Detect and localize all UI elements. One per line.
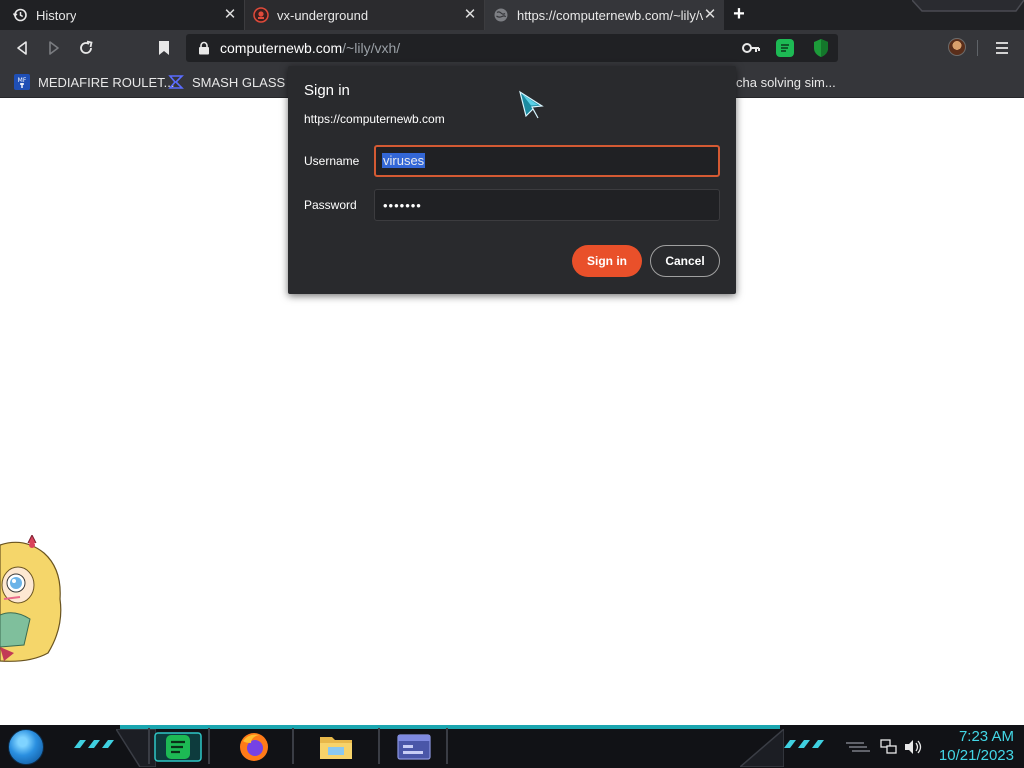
shield-extension-icon[interactable] (812, 38, 830, 58)
tab-title: vx-underground (277, 7, 369, 23)
spotify-icon (781, 44, 789, 52)
decor-frame-right (740, 729, 784, 767)
bookmark-mediafire[interactable]: MF MEDIAFIRE ROULET... (14, 72, 175, 92)
url-text[interactable]: computernewb.com/~lily/vxh/ (220, 40, 400, 56)
password-label: Password (304, 198, 357, 212)
tab-title: https://computernewb.com/~lily/v (517, 7, 703, 23)
tab-title: History (36, 7, 77, 23)
taskbar-file-explorer[interactable] (312, 731, 360, 763)
forward-icon[interactable] (44, 38, 64, 58)
username-value: viruses (382, 153, 426, 168)
menu-icon[interactable] (995, 40, 1009, 56)
svg-text:MF: MF (18, 77, 27, 84)
close-icon[interactable]: ✕ (702, 7, 718, 23)
tab-vx-underground[interactable]: vx-underground ✕ (244, 0, 484, 30)
password-field[interactable]: ••••••• (374, 189, 720, 221)
cancel-button[interactable]: Cancel (650, 245, 720, 277)
window-frame-decoration (912, 0, 1024, 12)
toolbar-divider (977, 40, 978, 56)
taskbar-window[interactable] (390, 731, 438, 763)
taskbar-accent-line (120, 725, 780, 729)
reload-icon[interactable] (76, 38, 96, 58)
url-host: computernewb.com (220, 40, 343, 56)
clock-date[interactable]: 10/21/2023 (930, 747, 1014, 764)
file-explorer-icon (320, 737, 352, 759)
spotify-icon (154, 732, 202, 762)
tab-active[interactable]: https://computernewb.com/~lily/v ✕ (484, 0, 724, 30)
profile-avatar[interactable] (948, 38, 966, 56)
vx-favicon (253, 7, 269, 23)
mediafire-icon: MF (14, 74, 30, 90)
start-button[interactable] (8, 729, 44, 765)
taskbar-firefox[interactable] (230, 731, 278, 763)
username-field[interactable]: viruses (374, 145, 720, 177)
clock-time[interactable]: 7:23 AM (930, 728, 1014, 745)
volume-icon[interactable] (904, 739, 922, 755)
sign-in-button[interactable]: Sign in (572, 245, 642, 277)
tab-strip: History ✕ vx-underground ✕ https://compu… (0, 0, 1024, 30)
cartoon-sticker-image (0, 535, 62, 662)
decor-chevrons-icon (74, 740, 114, 748)
task-divider (446, 728, 448, 764)
new-tab-button[interactable]: + (730, 4, 748, 24)
lock-icon[interactable] (198, 41, 210, 55)
history-icon (12, 8, 27, 22)
taskbar (0, 725, 1024, 768)
globe-icon (494, 8, 508, 22)
window-icon (397, 734, 431, 760)
bookmark-label: cha solving sim... (736, 74, 836, 90)
sign-in-dialog: Sign in https://computernewb.com Usernam… (288, 66, 736, 294)
taskbar-spotify[interactable] (154, 731, 202, 763)
task-divider (148, 728, 150, 764)
username-label: Username (304, 154, 360, 168)
back-icon[interactable] (12, 38, 32, 58)
key-icon[interactable] (742, 42, 760, 54)
network-icon[interactable] (880, 739, 898, 755)
close-icon[interactable]: ✕ (462, 7, 478, 23)
bookmark-label: SMASH GLASS IN (192, 74, 302, 90)
spotify-extension-icon[interactable] (776, 39, 794, 57)
address-bar[interactable]: computernewb.com/~lily/vxh/ (186, 34, 838, 62)
task-divider (208, 728, 210, 764)
task-divider (292, 728, 294, 764)
smash-icon (168, 75, 184, 89)
bookmark-icon[interactable] (154, 38, 174, 58)
decor-chevrons-icon (784, 740, 824, 748)
url-path: /~lily/vxh/ (342, 40, 401, 56)
cursor-icon (519, 90, 544, 119)
close-icon[interactable]: ✕ (222, 7, 238, 23)
password-value: ••••••• (383, 198, 422, 213)
tab-history[interactable]: History ✕ (0, 0, 244, 30)
bookmark-captcha[interactable]: cha solving sim... (736, 72, 836, 92)
action-center-icon[interactable] (846, 741, 870, 753)
browser-toolbar: computernewb.com/~lily/vxh/ (0, 30, 1024, 66)
bookmark-smash-glass[interactable]: SMASH GLASS IN (168, 72, 302, 92)
decor-frame-left (116, 729, 156, 767)
bookmark-label: MEDIAFIRE ROULET... (38, 74, 175, 90)
task-divider (378, 728, 380, 764)
firefox-icon (240, 733, 268, 761)
dialog-title: Sign in (304, 82, 350, 99)
dialog-origin: https://computernewb.com (304, 112, 445, 126)
